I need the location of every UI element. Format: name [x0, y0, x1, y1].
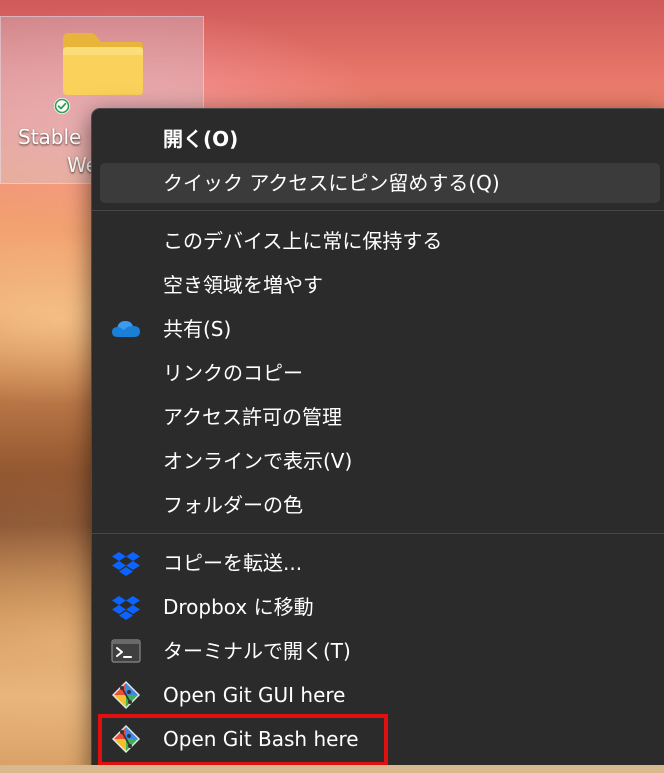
- menu-item-label: コピーを転送...: [163, 551, 303, 575]
- menu-item-label: フォルダーの色: [163, 493, 303, 517]
- menu-item-always-keep[interactable]: このデバイス上に常に保持する: [100, 221, 660, 261]
- terminal-icon: [111, 639, 141, 663]
- menu-item-label: このデバイス上に常に保持する: [163, 229, 443, 253]
- menu-item-label: ターミナルで開く(T): [163, 639, 351, 663]
- menu-item-git-gui[interactable]: Open Git GUI here: [100, 675, 660, 715]
- menu-item-free-up-space[interactable]: 空き領域を増やす: [100, 265, 660, 305]
- highlight-annotation-box: [98, 714, 388, 766]
- menu-separator: [92, 533, 664, 534]
- git-gui-icon: [112, 681, 140, 709]
- folder-label-line1: Stable: [18, 125, 82, 149]
- menu-item-label: クイック アクセスにピン留めする(Q): [163, 171, 500, 195]
- menu-item-label: 開く(O): [163, 127, 239, 151]
- menu-item-manage-access[interactable]: アクセス許可の管理: [100, 397, 660, 437]
- menu-item-label: 共有(S): [163, 317, 232, 341]
- menu-item-view-online[interactable]: オンラインで表示(V): [100, 441, 660, 481]
- wallpaper-bottom-strip: [0, 765, 664, 773]
- menu-item-pin-quick-access[interactable]: クイック アクセスにピン留めする(Q): [100, 163, 660, 203]
- sync-check-icon: [54, 98, 70, 114]
- dropbox-icon: [112, 552, 140, 576]
- menu-item-label: オンラインで表示(V): [163, 449, 353, 473]
- menu-item-folder-color[interactable]: フォルダーの色: [100, 485, 660, 525]
- menu-item-label: Open Git GUI here: [163, 683, 346, 707]
- menu-item-dropbox-move[interactable]: Dropbox に移動: [100, 587, 660, 627]
- folder-icon: [63, 33, 143, 95]
- onedrive-cloud-icon: [112, 321, 140, 337]
- menu-item-label: リンクのコピー: [163, 361, 303, 385]
- menu-item-copy-link[interactable]: リンクのコピー: [100, 353, 660, 393]
- menu-item-label: アクセス許可の管理: [163, 405, 342, 429]
- context-menu: 開く(O) クイック アクセスにピン留めする(Q) このデバイス上に常に保持する…: [91, 108, 664, 773]
- menu-item-label: Dropbox に移動: [163, 595, 314, 619]
- dropbox-icon: [112, 596, 140, 620]
- menu-separator: [92, 210, 664, 211]
- menu-item-open[interactable]: 開く(O): [100, 119, 660, 159]
- menu-item-open-terminal[interactable]: ターミナルで開く(T): [100, 631, 660, 671]
- menu-item-share[interactable]: 共有(S): [100, 309, 660, 349]
- menu-item-dropbox-transfer[interactable]: コピーを転送...: [100, 543, 660, 583]
- menu-item-label: 空き領域を増やす: [163, 273, 323, 297]
